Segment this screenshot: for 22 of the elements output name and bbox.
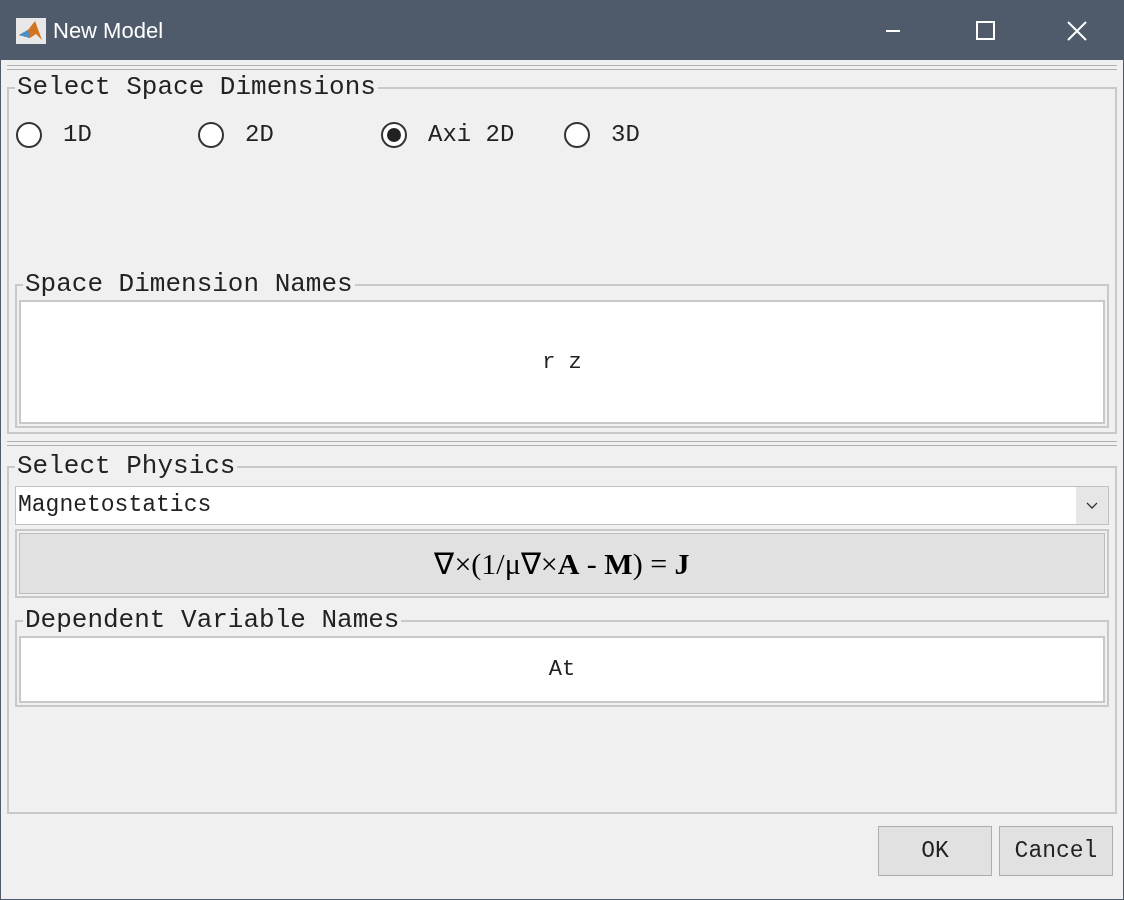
dialog-button[interactable]: OK xyxy=(878,826,992,876)
window-title: New Model xyxy=(53,17,164,45)
variable-names-field[interactable]: At xyxy=(19,636,1105,703)
group-title: Space Dimension Names xyxy=(23,271,355,297)
minimize-icon xyxy=(886,29,900,32)
group-title: Select Space Dimensions xyxy=(15,74,378,100)
dimension-radio[interactable]: 2D xyxy=(197,117,380,153)
physics-dropdown[interactable]: Magnetostatics xyxy=(15,486,1109,525)
maximize-icon xyxy=(975,21,995,40)
close-icon xyxy=(1067,20,1087,41)
dimension-radio[interactable]: 3D xyxy=(563,117,746,153)
dimension-names-field[interactable]: r z xyxy=(19,300,1105,424)
group-title: Dependent Variable Names xyxy=(23,607,402,633)
dimension-radio[interactable]: 1D xyxy=(15,117,197,153)
chevron-down-icon xyxy=(1076,487,1108,524)
dialog-button[interactable]: Cancel xyxy=(999,826,1113,876)
equation-button[interactable]: ∇×(1/μ∇×A - M) = J xyxy=(19,533,1105,594)
field-value: At xyxy=(548,656,576,684)
dimension-radio[interactable]: Axi 2D xyxy=(380,117,563,153)
field-value: r z xyxy=(542,348,582,377)
group-title: Select Physics xyxy=(15,453,238,479)
app-icon xyxy=(16,17,46,44)
